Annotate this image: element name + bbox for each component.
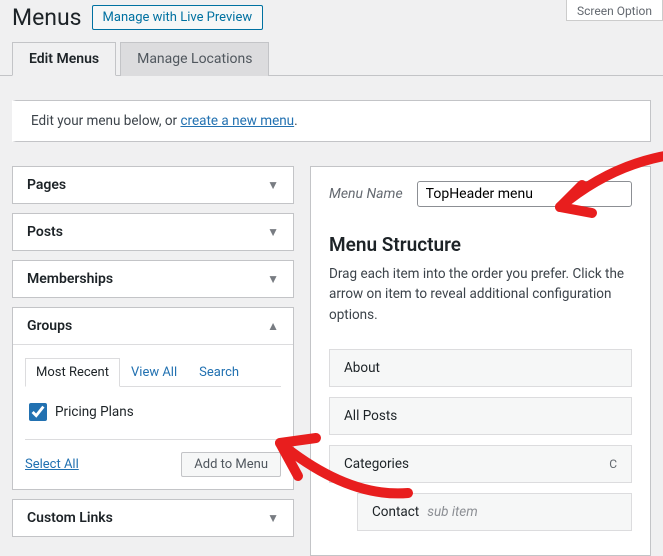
menu-item-contact[interactable]: Contact sub item: [357, 493, 632, 531]
pricing-plans-label: Pricing Plans: [55, 404, 134, 420]
groups-mini-tabs: Most Recent View All Search: [25, 357, 281, 387]
menu-name-input[interactable]: [417, 181, 632, 207]
tab-edit-menus[interactable]: Edit Menus: [12, 42, 116, 76]
menu-item-label: About: [344, 360, 380, 376]
nav-tabs: Edit Menus Manage Locations: [0, 41, 663, 76]
add-to-menu-button[interactable]: Add to Menu: [181, 452, 281, 477]
chevron-down-icon: ▼: [267, 225, 279, 239]
edit-menu-notice: Edit your menu below, or create a new me…: [12, 100, 651, 142]
accordion-memberships-label: Memberships: [27, 271, 113, 287]
menu-item-type: C: [609, 457, 617, 471]
manage-live-preview-button[interactable]: Manage with Live Preview: [92, 5, 264, 30]
menu-name-label: Menu Name: [329, 186, 403, 202]
accordion-custom-links-label: Custom Links: [27, 510, 113, 526]
chevron-down-icon: ▼: [267, 178, 279, 192]
page-title: Menus: [12, 4, 82, 31]
create-new-menu-link[interactable]: create a new menu: [180, 113, 294, 129]
mini-tab-recent[interactable]: Most Recent: [25, 358, 120, 387]
screen-options-toggle[interactable]: Screen Option: [566, 0, 663, 21]
accordion-posts-label: Posts: [27, 224, 63, 240]
menu-edit-column: Menu Name Menu Structure Drag each item …: [310, 166, 651, 556]
mini-tab-search[interactable]: Search: [188, 358, 250, 387]
page-header: Menus Manage with Live Preview: [0, 0, 663, 41]
pricing-plans-checkbox[interactable]: [29, 403, 47, 421]
menu-item-all-posts[interactable]: All Posts: [329, 397, 632, 435]
menu-item-subitem-label: sub item: [427, 504, 478, 520]
chevron-up-icon: ▲: [267, 319, 279, 333]
menu-item-label: Contact: [372, 504, 419, 520]
notice-suffix: .: [294, 113, 298, 129]
accordion-posts[interactable]: Posts ▼: [12, 213, 294, 251]
mini-tab-view-all[interactable]: View All: [120, 358, 188, 387]
menu-item-categories[interactable]: Categories C: [329, 445, 632, 483]
accordion-groups-label: Groups: [27, 318, 72, 334]
menu-item-about[interactable]: About: [329, 349, 632, 387]
accordion-pages-label: Pages: [27, 177, 66, 193]
chevron-down-icon: ▼: [267, 511, 279, 525]
accordion-groups: Groups ▲ Most Recent View All Search Pric…: [12, 307, 294, 490]
menu-structure-desc: Drag each item into the order you prefer…: [329, 264, 632, 325]
accordion-groups-toggle[interactable]: Groups ▲: [13, 308, 293, 344]
menu-item-label: All Posts: [344, 408, 397, 424]
notice-text: Edit your menu below, or: [31, 113, 180, 129]
accordion-pages[interactable]: Pages ▼: [12, 166, 294, 204]
tab-manage-locations[interactable]: Manage Locations: [120, 42, 269, 76]
menu-structure-title: Menu Structure: [329, 233, 632, 256]
groups-item-row: Pricing Plans: [25, 397, 281, 435]
accordion-memberships[interactable]: Memberships ▼: [12, 260, 294, 298]
select-all-link[interactable]: Select All: [25, 457, 79, 472]
menu-item-label: Categories: [344, 456, 409, 472]
chevron-down-icon: ▼: [267, 272, 279, 286]
screen-options-label: Screen Option: [577, 4, 652, 18]
accordion-custom-links[interactable]: Custom Links ▼: [12, 499, 294, 537]
metabox-column: Pages ▼ Posts ▼ Memberships ▼ Groups ▲ Most …: [12, 166, 294, 556]
